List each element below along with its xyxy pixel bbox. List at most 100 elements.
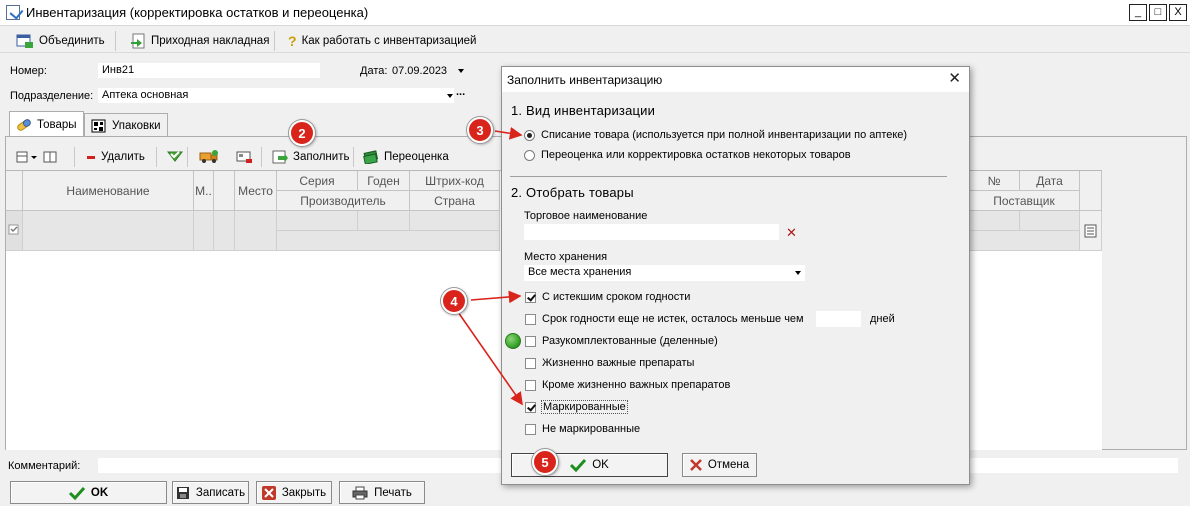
- col-country[interactable]: Страна: [410, 191, 500, 211]
- cb-split[interactable]: Разукомплектованные (деленные): [525, 335, 718, 347]
- cb-expired-box[interactable]: [525, 291, 536, 303]
- reprice-label: Переоценка: [384, 151, 449, 163]
- trade-name-label: Торговое наименование: [524, 210, 648, 222]
- incoming-invoice-button[interactable]: Приходная накладная: [124, 29, 275, 53]
- storage-label: Место хранения: [524, 251, 608, 263]
- clear-trade-name-icon[interactable]: ✕: [786, 225, 797, 241]
- step-badge-2: 2: [289, 120, 315, 146]
- tab-packs[interactable]: Упаковки: [84, 113, 168, 137]
- grid-toolbar: Удалить Заполнить Переоценка: [12, 146, 492, 168]
- number-input[interactable]: Инв21: [98, 63, 320, 78]
- dept-dropdown-icon[interactable]: [447, 94, 453, 98]
- cb-split-box[interactable]: [525, 335, 536, 347]
- cb-marked-label: Маркированные: [541, 400, 628, 414]
- maximize-button[interactable]: □: [1149, 4, 1167, 21]
- table-cell[interactable]: [1080, 211, 1102, 251]
- cb-marked-box[interactable]: [525, 401, 536, 413]
- radio-writeoff[interactable]: Списание товара (используется при полной…: [524, 129, 907, 141]
- col-valid[interactable]: Годен: [358, 171, 410, 191]
- table-cell[interactable]: [358, 211, 410, 231]
- col-flag[interactable]: [214, 171, 235, 211]
- cb-unmarked-box[interactable]: [525, 423, 536, 435]
- close-label: Закрыть: [281, 486, 327, 499]
- storage-select[interactable]: Все места хранения: [524, 265, 805, 281]
- close-button[interactable]: X: [1169, 4, 1187, 21]
- cb-expiring[interactable]: Срок годности еще не истек, осталось мен…: [525, 313, 804, 325]
- col-barcode[interactable]: Штрих-код: [410, 171, 500, 191]
- save-button[interactable]: Записать: [172, 481, 249, 504]
- table-cell[interactable]: [277, 211, 358, 231]
- grid-corner: [6, 171, 23, 211]
- col-place[interactable]: Место: [235, 171, 277, 211]
- table-cell[interactable]: [277, 231, 500, 251]
- fill-inventory-dialog: Заполнить инвентаризацию ✕ 1. Вид инвент…: [501, 66, 970, 485]
- truck-button[interactable]: [193, 146, 225, 168]
- document-icon[interactable]: [1084, 224, 1098, 238]
- col-supplier[interactable]: Поставщик: [969, 191, 1080, 211]
- table-cell[interactable]: [969, 231, 1080, 251]
- filter-button[interactable]: [160, 146, 190, 168]
- table-cell[interactable]: [194, 211, 214, 251]
- cb-marked[interactable]: Маркированные: [525, 400, 628, 414]
- dialog-close-icon[interactable]: ✕: [948, 71, 961, 86]
- days-input[interactable]: [816, 311, 861, 327]
- reprice-button[interactable]: Переоценка: [357, 146, 455, 168]
- floppy-icon: [176, 486, 189, 499]
- radio-writeoff-dot[interactable]: [524, 129, 535, 141]
- dialog-title-bar: Заполнить инвентаризацию ✕: [502, 67, 969, 92]
- cb-unmarked[interactable]: Не маркированные: [525, 423, 640, 435]
- invoice-label: Приходная накладная: [151, 35, 270, 47]
- help-button[interactable]: ? Как работать с инвентаризацией: [282, 29, 482, 53]
- window-title: Инвентаризация (корректировка остатков и…: [26, 5, 369, 20]
- table-cell[interactable]: [214, 211, 235, 251]
- date-input[interactable]: 07.09.2023: [392, 65, 447, 77]
- columns-button[interactable]: [14, 146, 60, 168]
- table-cell[interactable]: [1020, 211, 1080, 231]
- cb-vital[interactable]: Жизненно важные препараты: [525, 357, 694, 369]
- minimize-button[interactable]: _: [1129, 4, 1147, 21]
- table-cell[interactable]: [969, 211, 1020, 231]
- fill-button[interactable]: Заполнить: [266, 146, 355, 168]
- truck-icon: [199, 150, 218, 163]
- storage-dropdown-icon[interactable]: [795, 271, 801, 275]
- cb-except-vital-label: Кроме жизненно важных препаратов: [542, 379, 731, 391]
- fill-icon: [272, 150, 288, 164]
- radio-reprice-dot[interactable]: [524, 149, 535, 161]
- dialog-cancel-button[interactable]: Отмена: [682, 453, 757, 477]
- ok-button[interactable]: OK: [10, 481, 167, 504]
- step-badge-4: 4: [441, 288, 467, 314]
- cb-vital-label: Жизненно важные препараты: [542, 357, 695, 369]
- delete-button[interactable]: Удалить: [80, 146, 151, 168]
- col-m[interactable]: М..: [194, 171, 214, 211]
- col-name[interactable]: Наименование: [23, 171, 194, 211]
- col-producer[interactable]: Производитель: [277, 191, 410, 211]
- money-icon: [363, 150, 379, 164]
- cb-expiring-box[interactable]: [525, 313, 536, 325]
- print-button[interactable]: Печать: [339, 481, 425, 504]
- close-form-button[interactable]: Закрыть: [256, 481, 332, 504]
- dept-more-button[interactable]: ...: [456, 86, 465, 98]
- invoice-icon: [131, 33, 145, 49]
- table-cell[interactable]: [235, 211, 277, 251]
- col-date[interactable]: Дата: [1020, 171, 1080, 191]
- merge-button[interactable]: Объединить: [10, 29, 111, 53]
- print-label: Печать: [374, 486, 412, 499]
- cb-except-vital-box[interactable]: [525, 379, 536, 391]
- table-row[interactable]: [6, 211, 23, 251]
- card-button[interactable]: [230, 146, 260, 168]
- trade-name-input[interactable]: [524, 224, 779, 240]
- radio-reprice[interactable]: Переоценка или корректировка остатков не…: [524, 149, 851, 161]
- cb-expired[interactable]: С истекшим сроком годности: [525, 291, 690, 303]
- col-series[interactable]: Серия: [277, 171, 358, 191]
- dept-input[interactable]: Аптека основная: [98, 88, 454, 103]
- col-extra: [1080, 171, 1102, 211]
- cb-vital-box[interactable]: [525, 357, 536, 369]
- tab-goods[interactable]: Товары: [9, 111, 84, 137]
- table-cell[interactable]: [410, 211, 500, 231]
- section-select-goods: 2. Отобрать товары: [511, 185, 634, 200]
- cb-except-vital[interactable]: Кроме жизненно важных препаратов: [525, 379, 730, 391]
- col-no[interactable]: №: [969, 171, 1020, 191]
- table-cell[interactable]: [23, 211, 194, 251]
- fill-label: Заполнить: [293, 151, 350, 163]
- date-dropdown-icon[interactable]: [458, 69, 464, 73]
